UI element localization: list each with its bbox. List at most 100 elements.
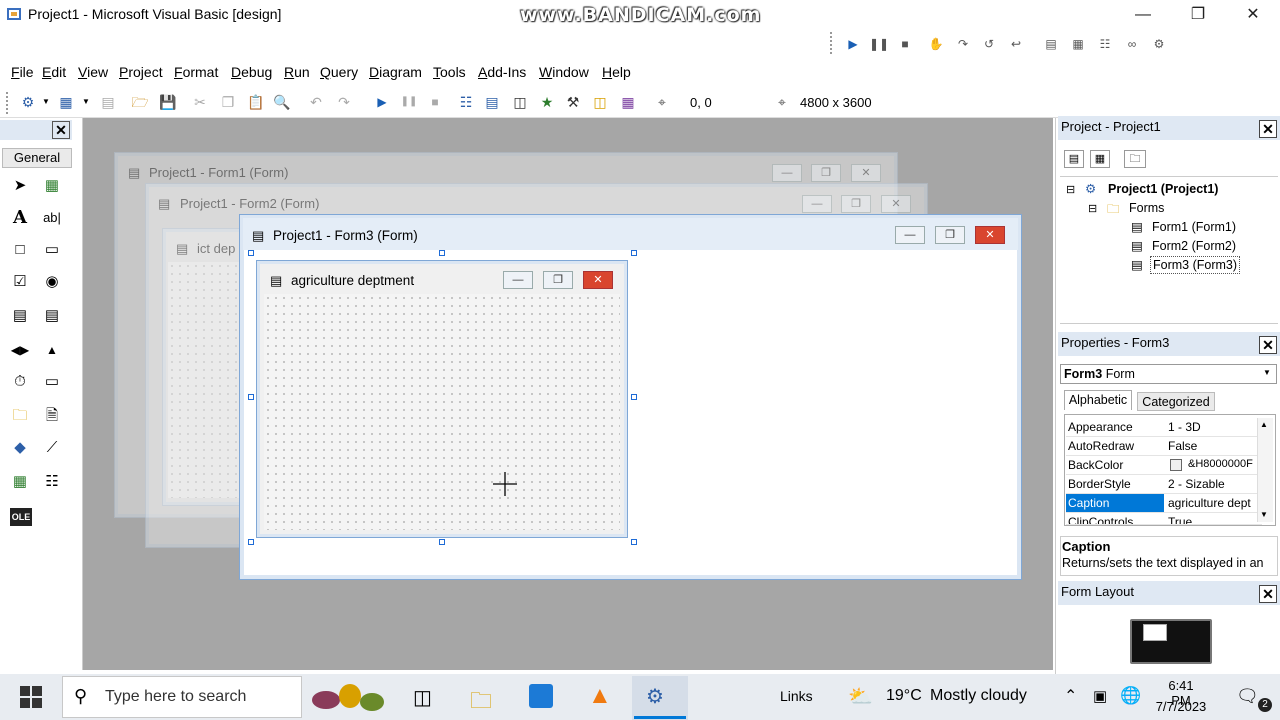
form1-minimize-button[interactable]: — [772,164,802,182]
menu-editor-icon[interactable]: ▤ [98,92,118,112]
form2-close-button[interactable]: ✕ [881,195,911,213]
menu-format[interactable]: Format [174,64,218,80]
property-row[interactable]: BorderStyle 2 - Sizable [1066,475,1262,494]
notification-icon[interactable]: 🗨 [1236,686,1259,707]
properties-scrollbar[interactable] [1257,418,1273,522]
call-stack-icon[interactable]: ⚙ [1148,33,1170,55]
form3-minimize-button[interactable]: — [895,226,925,244]
chevron-up-icon[interactable]: ⌃ [1064,686,1077,706]
start-icon[interactable]: ▶ [372,92,392,112]
tree-form3[interactable]: Form3 (Form3) [1150,256,1241,274]
view-object-icon[interactable]: ▦ [1090,150,1110,168]
close-button[interactable]: ✕ [1230,2,1276,28]
file-explorer-icon[interactable]: 🗀 [470,684,492,720]
cocoa-pods-icon[interactable] [306,680,392,716]
property-row[interactable]: AutoRedraw False [1066,437,1262,456]
locals-window-icon[interactable]: ▤ [1040,33,1062,55]
properties-close-icon[interactable]: ✕ [1259,336,1277,354]
designer-form-close-button[interactable]: ✕ [583,271,613,289]
scroll-down-icon[interactable]: ▼ [1260,510,1268,519]
toolbox-general-tab[interactable]: General [2,148,72,168]
resize-handle-se[interactable] [631,539,637,545]
windows-start-icon[interactable] [20,686,42,708]
resize-handle-e[interactable] [631,394,637,400]
weather-temp[interactable]: 19°C [886,687,922,705]
tree-collapse-icon[interactable]: ⊟ [1066,183,1075,196]
resize-handle-s[interactable] [439,539,445,545]
resize-handle-n[interactable] [439,250,445,256]
step-into-icon[interactable]: ↷ [952,33,974,55]
project-explorer-close-icon[interactable]: ✕ [1259,120,1277,138]
undo-icon[interactable]: ↶ [306,92,326,112]
tree-form1[interactable]: Form1 (Form1) [1152,220,1236,234]
menu-file[interactable]: File [11,64,34,80]
find-icon[interactable]: 🔍 [272,92,292,112]
tree-collapse-icon[interactable]: ⊟ [1088,202,1097,215]
object-browser-icon[interactable]: ★ [537,92,557,112]
vb-app-icon[interactable] [6,6,22,22]
checkbox-tool-icon[interactable]: ☑ [8,270,32,294]
textbox-tool-icon[interactable]: ab| [40,206,64,230]
redo-icon[interactable]: ↷ [334,92,354,112]
dropdown-arrow-icon[interactable]: ▼ [36,92,56,112]
view-code-icon[interactable]: ▤ [1064,150,1084,168]
menu-tools[interactable]: Tools [433,64,466,80]
frame-tool-icon[interactable]: □ [8,238,32,262]
break-icon[interactable]: ❚❚ [399,92,419,112]
menu-project[interactable]: Project [119,64,163,80]
resize-handle-w[interactable] [248,394,254,400]
shape-tool-icon[interactable]: ◆ [8,436,32,460]
weather-description[interactable]: Mostly cloudy [930,687,1027,705]
task-view-icon[interactable]: ◫ [413,685,432,710]
drivelistbox-tool-icon[interactable]: ▭ [40,370,64,394]
properties-header[interactable]: Properties - Form3 [1058,332,1280,356]
quick-watch-icon[interactable]: ∞ [1121,33,1143,55]
form1-close-button[interactable]: ✕ [851,164,881,182]
vb6-taskbar-icon[interactable]: ⚙ [646,684,664,709]
pointer-tool-icon[interactable]: ➤ [8,174,32,198]
add-project-icon[interactable]: ⚙ [18,92,38,112]
designer-form-minimize-button[interactable]: — [503,271,533,289]
tab-categorized[interactable]: Categorized [1137,392,1215,411]
commandbutton-tool-icon[interactable]: ▭ [40,238,64,262]
menu-help[interactable]: Help [602,64,631,80]
tree-forms-folder[interactable]: Forms [1129,201,1164,215]
step-out-icon[interactable]: ↩ [1005,33,1027,55]
form1-maximize-button[interactable]: ❐ [811,164,841,182]
form2-maximize-button[interactable]: ❐ [841,195,871,213]
dropdown-arrow-icon[interactable]: ▼ [76,92,96,112]
vlc-icon[interactable]: ▲ [588,682,612,710]
menu-debug[interactable]: Debug [231,64,272,80]
data-tool-icon[interactable]: ☷ [40,470,64,494]
open-project-icon[interactable]: 🗁 [130,92,150,112]
toolbox-close-icon[interactable]: ✕ [52,121,70,139]
immediate-window-icon[interactable]: ▦ [1067,33,1089,55]
designer-form-maximize-button[interactable]: ❐ [543,271,573,289]
hand-icon[interactable]: ✋ [925,33,947,55]
label-tool-icon[interactable]: A [8,206,32,230]
image-tool-icon[interactable]: ▦ [8,470,32,494]
property-row[interactable]: BackColor &H8000000F [1066,456,1262,475]
resize-handle-sw[interactable] [248,539,254,545]
end-icon[interactable]: ■ [425,92,445,112]
form2-design-grid[interactable] [168,262,248,498]
hscrollbar-tool-icon[interactable]: ◀▶ [8,338,32,362]
filelistbox-tool-icon[interactable]: 🗎 [40,404,64,428]
menu-edit[interactable]: Edit [42,64,66,80]
form-layout-close-icon[interactable]: ✕ [1259,585,1277,603]
step-over-icon[interactable]: ↺ [978,33,1000,55]
component-manager-icon[interactable]: ▦ [618,92,638,112]
form-layout-icon[interactable]: ◫ [510,92,530,112]
maximize-button[interactable]: ❐ [1175,2,1221,28]
project-explorer-icon[interactable]: ☷ [456,92,476,112]
listbox-tool-icon[interactable]: ▤ [40,304,64,328]
property-row-selected[interactable]: Caption agriculture dept [1066,494,1262,513]
meet-now-icon[interactable]: ▣ [1093,687,1107,705]
project-explorer-header[interactable]: Project - Project1 [1058,116,1280,140]
save-project-icon[interactable]: 💾 [158,92,178,112]
menu-add-ins[interactable]: Add-Ins [478,64,526,80]
dirlistbox-tool-icon[interactable]: 🗀 [8,404,32,428]
add-form-icon[interactable]: ▦ [56,92,76,112]
watch-window-icon[interactable]: ☷ [1094,33,1116,55]
break-icon[interactable]: ❚❚ [868,33,890,55]
